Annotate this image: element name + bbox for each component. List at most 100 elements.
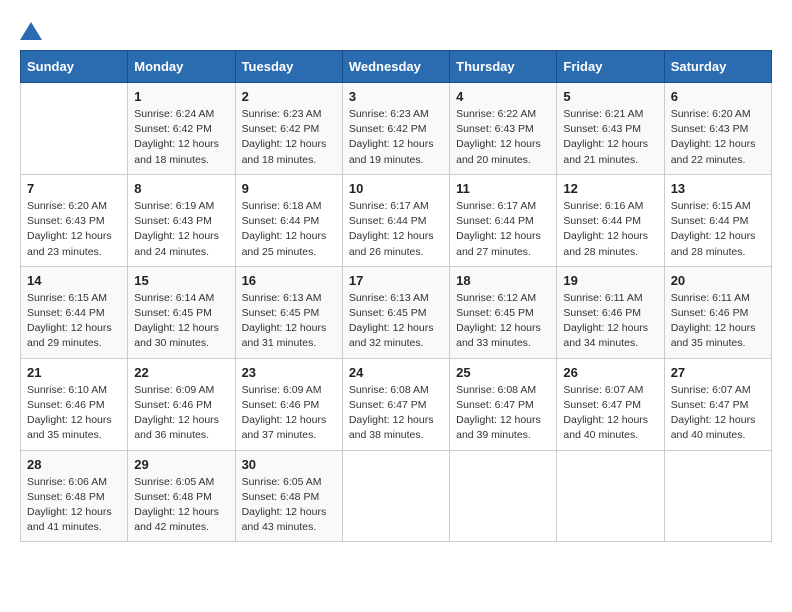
day-number: 8 [134,181,228,196]
calendar-cell: 25Sunrise: 6:08 AM Sunset: 6:47 PM Dayli… [450,358,557,450]
col-header-wednesday: Wednesday [342,51,449,83]
cell-info: Sunrise: 6:11 AM Sunset: 6:46 PM Dayligh… [563,291,657,352]
calendar-cell: 17Sunrise: 6:13 AM Sunset: 6:45 PM Dayli… [342,266,449,358]
calendar-cell: 26Sunrise: 6:07 AM Sunset: 6:47 PM Dayli… [557,358,664,450]
cell-info: Sunrise: 6:09 AM Sunset: 6:46 PM Dayligh… [242,383,336,444]
day-number: 24 [349,365,443,380]
calendar-cell: 21 Sunrise: 6:10 AM Sunset: 6:46 PM Dayli… [21,358,128,450]
cell-info: Sunrise: 6:15 AM Sunset: 6:44 PM Dayligh… [671,199,765,260]
calendar-cell: 2Sunrise: 6:23 AM Sunset: 6:42 PM Daylig… [235,83,342,175]
cell-info: Sunrise: 6:20 AM Sunset: 6:43 PM Dayligh… [671,107,765,168]
cell-info: Sunrise: 6:08 AM Sunset: 6:47 PM Dayligh… [349,383,443,444]
calendar-cell [342,450,449,542]
col-header-thursday: Thursday [450,51,557,83]
calendar-cell: 3Sunrise: 6:23 AM Sunset: 6:42 PM Daylig… [342,83,449,175]
week-row-4: 21 Sunrise: 6:10 AM Sunset: 6:46 PM Dayli… [21,358,772,450]
day-number: 1 [134,89,228,104]
calendar-cell [557,450,664,542]
cell-info: Sunrise: 6:09 AM Sunset: 6:46 PM Dayligh… [134,383,228,444]
day-number: 14 [27,273,121,288]
calendar-cell: 10 Sunrise: 6:17 AM Sunset: 6:44 PM Dayli… [342,174,449,266]
calendar-table: SundayMondayTuesdayWednesdayThursdayFrid… [20,50,772,542]
col-header-saturday: Saturday [664,51,771,83]
day-number: 7 [27,181,121,196]
cell-info: Sunrise: 6:10 AM Sunset: 6:46 PM Dayligh… [27,383,121,444]
col-header-tuesday: Tuesday [235,51,342,83]
cell-info: Sunrise: 6:21 AM Sunset: 6:43 PM Dayligh… [563,107,657,168]
calendar-cell: 16 Sunrise: 6:13 AM Sunset: 6:45 PM Dayli… [235,266,342,358]
day-number: 28 [27,457,121,472]
cell-info: Sunrise: 6:24 AM Sunset: 6:42 PM Dayligh… [134,107,228,168]
calendar-cell: 15 Sunrise: 6:14 AM Sunset: 6:45 PM Dayli… [128,266,235,358]
calendar-cell: 13 Sunrise: 6:15 AM Sunset: 6:44 PM Dayli… [664,174,771,266]
week-row-3: 14 Sunrise: 6:15 AM Sunset: 6:44 PM Dayli… [21,266,772,358]
cell-info: Sunrise: 6:07 AM Sunset: 6:47 PM Dayligh… [671,383,765,444]
day-number: 5 [563,89,657,104]
calendar-cell: 7 Sunrise: 6:20 AM Sunset: 6:43 PM Daylig… [21,174,128,266]
calendar-body: 1 Sunrise: 6:24 AM Sunset: 6:42 PM Daylig… [21,83,772,542]
cell-info: Sunrise: 6:16 AM Sunset: 6:44 PM Dayligh… [563,199,657,260]
calendar-cell: 5 Sunrise: 6:21 AM Sunset: 6:43 PM Daylig… [557,83,664,175]
calendar-cell: 9 Sunrise: 6:18 AM Sunset: 6:44 PM Daylig… [235,174,342,266]
header-row: SundayMondayTuesdayWednesdayThursdayFrid… [21,51,772,83]
day-number: 9 [242,181,336,196]
calendar-cell: 22Sunrise: 6:09 AM Sunset: 6:46 PM Dayli… [128,358,235,450]
cell-info: Sunrise: 6:19 AM Sunset: 6:43 PM Dayligh… [134,199,228,260]
day-number: 20 [671,273,765,288]
cell-info: Sunrise: 6:22 AM Sunset: 6:43 PM Dayligh… [456,107,550,168]
cell-info: Sunrise: 6:13 AM Sunset: 6:45 PM Dayligh… [242,291,336,352]
cell-info: Sunrise: 6:13 AM Sunset: 6:45 PM Dayligh… [349,291,443,352]
cell-info: Sunrise: 6:06 AM Sunset: 6:48 PM Dayligh… [27,475,121,536]
day-number: 2 [242,89,336,104]
calendar-cell: 18 Sunrise: 6:12 AM Sunset: 6:45 PM Dayli… [450,266,557,358]
calendar-cell: 29 Sunrise: 6:05 AM Sunset: 6:48 PM Dayli… [128,450,235,542]
cell-info: Sunrise: 6:12 AM Sunset: 6:45 PM Dayligh… [456,291,550,352]
calendar-cell: 8 Sunrise: 6:19 AM Sunset: 6:43 PM Daylig… [128,174,235,266]
week-row-1: 1 Sunrise: 6:24 AM Sunset: 6:42 PM Daylig… [21,83,772,175]
cell-info: Sunrise: 6:05 AM Sunset: 6:48 PM Dayligh… [134,475,228,536]
day-number: 3 [349,89,443,104]
week-row-2: 7 Sunrise: 6:20 AM Sunset: 6:43 PM Daylig… [21,174,772,266]
calendar-cell [450,450,557,542]
calendar-cell: 20 Sunrise: 6:11 AM Sunset: 6:46 PM Dayli… [664,266,771,358]
page-header [20,20,772,40]
day-number: 12 [563,181,657,196]
calendar-cell [664,450,771,542]
cell-info: Sunrise: 6:17 AM Sunset: 6:44 PM Dayligh… [349,199,443,260]
cell-info: Sunrise: 6:14 AM Sunset: 6:45 PM Dayligh… [134,291,228,352]
cell-info: Sunrise: 6:08 AM Sunset: 6:47 PM Dayligh… [456,383,550,444]
cell-info: Sunrise: 6:17 AM Sunset: 6:44 PM Dayligh… [456,199,550,260]
logo [20,20,42,40]
day-number: 10 [349,181,443,196]
day-number: 16 [242,273,336,288]
day-number: 19 [563,273,657,288]
cell-info: Sunrise: 6:11 AM Sunset: 6:46 PM Dayligh… [671,291,765,352]
day-number: 23 [242,365,336,380]
calendar-cell: 14 Sunrise: 6:15 AM Sunset: 6:44 PM Dayli… [21,266,128,358]
day-number: 4 [456,89,550,104]
day-number: 27 [671,365,765,380]
calendar-cell: 19 Sunrise: 6:11 AM Sunset: 6:46 PM Dayli… [557,266,664,358]
calendar-cell: 1 Sunrise: 6:24 AM Sunset: 6:42 PM Daylig… [128,83,235,175]
cell-info: Sunrise: 6:18 AM Sunset: 6:44 PM Dayligh… [242,199,336,260]
cell-info: Sunrise: 6:07 AM Sunset: 6:47 PM Dayligh… [563,383,657,444]
calendar-cell: 6Sunrise: 6:20 AM Sunset: 6:43 PM Daylig… [664,83,771,175]
day-number: 21 [27,365,121,380]
calendar-cell: 27 Sunrise: 6:07 AM Sunset: 6:47 PM Dayli… [664,358,771,450]
calendar-header: SundayMondayTuesdayWednesdayThursdayFrid… [21,51,772,83]
day-number: 29 [134,457,228,472]
calendar-cell: 24 Sunrise: 6:08 AM Sunset: 6:47 PM Dayli… [342,358,449,450]
calendar-cell [21,83,128,175]
col-header-sunday: Sunday [21,51,128,83]
calendar-cell: 11 Sunrise: 6:17 AM Sunset: 6:44 PM Dayli… [450,174,557,266]
day-number: 30 [242,457,336,472]
cell-info: Sunrise: 6:15 AM Sunset: 6:44 PM Dayligh… [27,291,121,352]
day-number: 13 [671,181,765,196]
day-number: 18 [456,273,550,288]
col-header-monday: Monday [128,51,235,83]
calendar-cell: 30Sunrise: 6:05 AM Sunset: 6:48 PM Dayli… [235,450,342,542]
col-header-friday: Friday [557,51,664,83]
day-number: 15 [134,273,228,288]
day-number: 11 [456,181,550,196]
cell-info: Sunrise: 6:20 AM Sunset: 6:43 PM Dayligh… [27,199,121,260]
